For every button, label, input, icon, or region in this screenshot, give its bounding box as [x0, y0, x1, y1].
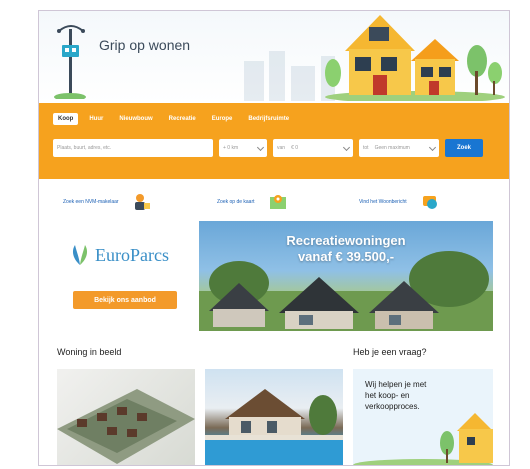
- page-frame: Grip op wonen Koop Huur Nieuwbouw Recrea…: [38, 10, 510, 466]
- site-header: Grip op wonen: [39, 11, 509, 103]
- radius-value: + 0 km: [223, 145, 239, 151]
- price-to-select[interactable]: tot Geen maximum: [359, 139, 439, 157]
- chevron-down-icon: [342, 143, 351, 152]
- quick-link-kaart[interactable]: Zoek op de kaart: [217, 193, 287, 211]
- search-tabs: Koop Huur Nieuwbouw Recreatie Europe Bed…: [53, 113, 294, 125]
- search-submit-button[interactable]: Zoek: [445, 139, 483, 157]
- agent-icon: [134, 194, 150, 210]
- quick-link-label: Zoek een NVM-makelaar: [63, 199, 119, 205]
- chevron-down-icon: [256, 143, 265, 152]
- quick-link-makelaar[interactable]: Zoek een NVM-makelaar: [63, 193, 151, 211]
- quick-link-label: Zoek op de kaart: [217, 199, 255, 205]
- message-icon: [422, 196, 437, 209]
- radius-select[interactable]: + 0 km: [219, 139, 267, 157]
- tab-koop[interactable]: Koop: [53, 113, 79, 125]
- search-row: Plaats, buurt, adres, etc. + 0 km van € …: [53, 139, 483, 157]
- tab-recreatie[interactable]: Recreatie: [164, 113, 201, 125]
- bekijk-aanbod-button[interactable]: Bekijk ons aanbod: [73, 291, 177, 309]
- aerial-houses-image: [57, 389, 195, 464]
- houses-illustration: [325, 15, 505, 101]
- location-placeholder: Plaats, buurt, adres, etc.: [57, 145, 112, 151]
- quick-links: Zoek een NVM-makelaar Zoek op de kaart V…: [39, 183, 509, 219]
- help-card[interactable]: Wij helpen je met het koop- en verkooppr…: [353, 369, 493, 465]
- price-to-value: Geen maximum: [374, 145, 410, 151]
- recreatie-banner[interactable]: Recreatiewoningen vanaf € 39.500,-: [199, 221, 493, 331]
- villa-pool-image: [205, 389, 343, 465]
- price-from-select[interactable]: van € 0: [273, 139, 353, 157]
- tab-bedrijfsruimte[interactable]: Bedrijfsruimte: [243, 113, 294, 125]
- banner-title: Recreatiewoningen vanaf € 39.500,-: [199, 233, 493, 265]
- europarcs-brand: EuroParcs: [95, 244, 169, 265]
- location-search-input[interactable]: Plaats, buurt, adres, etc.: [53, 139, 213, 157]
- tab-europe[interactable]: Europe: [207, 113, 238, 125]
- price-to-label: tot: [363, 145, 369, 151]
- vraag-title: Heb je een vraag?: [353, 347, 427, 357]
- banner-title-line2: vanaf € 39.500,-: [297, 249, 395, 264]
- lamppost-logo-icon[interactable]: [51, 19, 91, 99]
- site-title[interactable]: Grip op wonen: [99, 37, 190, 53]
- woning-card-aerial[interactable]: [57, 369, 195, 465]
- europarcs-logo: EuroParcs: [69, 243, 169, 267]
- leaf-icon: [72, 245, 88, 265]
- search-panel: Koop Huur Nieuwbouw Recreatie Europe Bed…: [39, 103, 509, 179]
- tab-nieuwbouw[interactable]: Nieuwbouw: [114, 113, 157, 125]
- chevron-down-icon: [428, 143, 437, 152]
- help-house-illustration: [353, 413, 493, 465]
- quick-link-label: Vind het Woonbericht: [359, 199, 407, 205]
- map-icon: [269, 195, 286, 209]
- woning-in-beeld-title: Woning in beeld: [57, 347, 122, 357]
- quick-link-woonbericht[interactable]: Vind het Woonbericht: [359, 193, 439, 211]
- tab-huur[interactable]: Huur: [84, 113, 108, 125]
- woning-card-pool[interactable]: [205, 369, 343, 465]
- price-from-label: van: [277, 145, 286, 151]
- europarcs-promo[interactable]: EuroParcs Bekijk ons aanbod: [57, 221, 197, 331]
- banner-title-line1: Recreatiewoningen: [286, 233, 406, 248]
- price-from-value: € 0: [291, 145, 299, 151]
